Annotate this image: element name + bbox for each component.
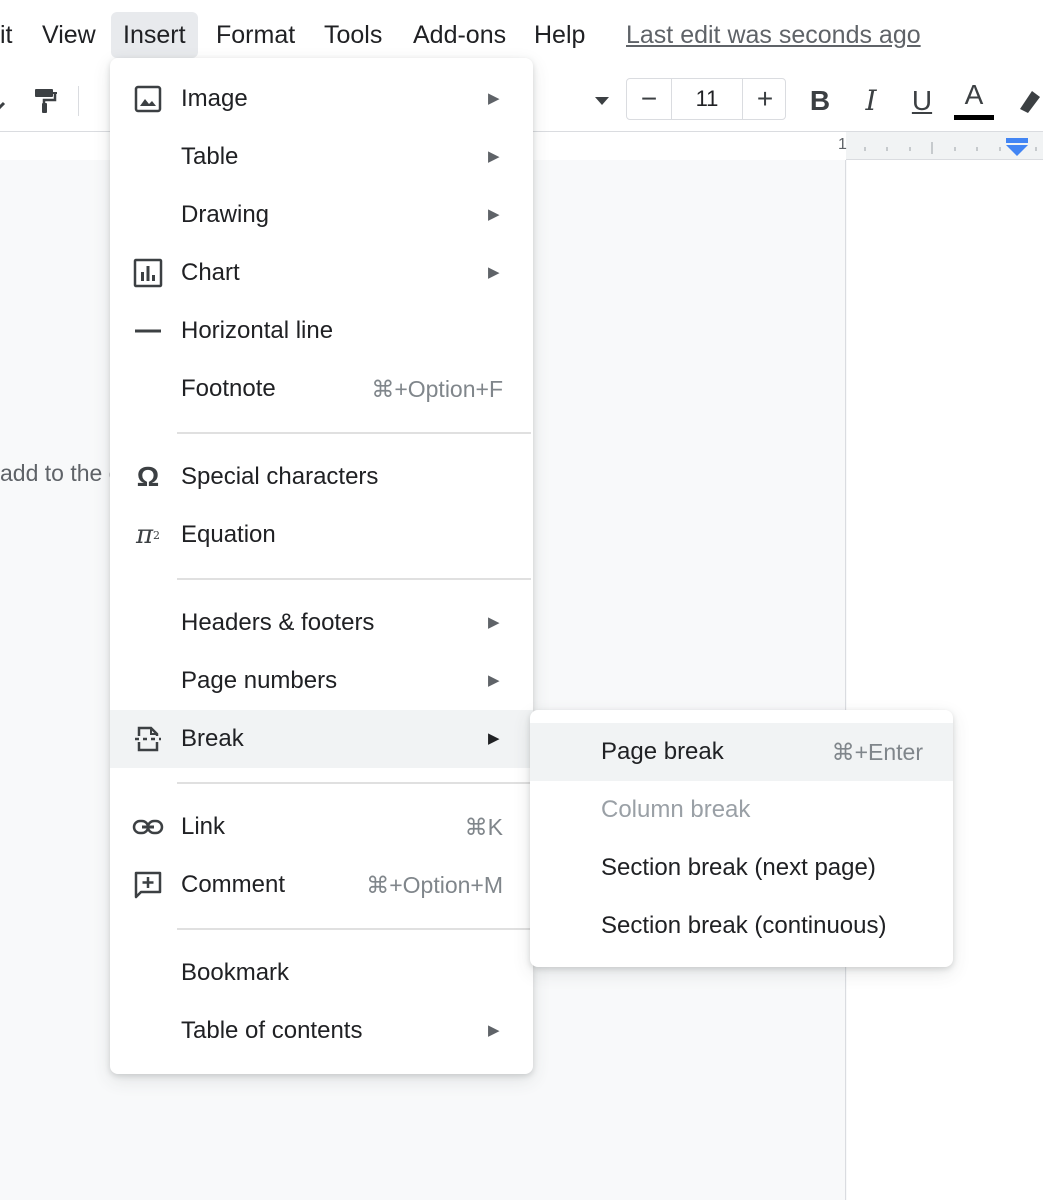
menu-item-shortcut: ⌘K (464, 814, 503, 840)
decrease-font-size-button[interactable]: − (627, 79, 671, 119)
submenu-arrow-icon: ▶ (488, 1022, 500, 1039)
menu-item-horizontal-line[interactable]: Horizontal line (110, 302, 533, 360)
menu-view[interactable]: View (30, 12, 108, 58)
break-icon (132, 723, 164, 755)
menu-item-label: Table of contents (181, 1017, 363, 1044)
submenu-item-section-break-next-page[interactable]: Section break (next page) (530, 839, 953, 897)
menu-item-bookmark[interactable]: Bookmark (110, 944, 533, 1002)
menu-item-label: Drawing (181, 201, 270, 228)
bold-button[interactable]: B (802, 81, 838, 121)
menu-item-special-characters[interactable]: Ω Special characters (110, 448, 533, 506)
menu-item-label: Chart (181, 259, 240, 286)
document-margin (847, 160, 1043, 1200)
menu-item-equation[interactable]: π2 Equation (110, 506, 533, 564)
menu-item-shortcut: ⌘+Option+F (371, 376, 503, 402)
submenu-arrow-icon: ▶ (488, 206, 500, 223)
menu-item-label: Image (181, 85, 248, 112)
menu-tools[interactable]: Tools (312, 12, 394, 58)
submenu-arrow-icon: ▶ (488, 264, 500, 281)
comment-icon (132, 869, 164, 901)
submenu-item-page-break[interactable]: Page break ⌘+Enter (530, 723, 953, 781)
menu-item-label: Horizontal line (181, 317, 334, 344)
menu-format[interactable]: Format (204, 12, 307, 58)
submenu-arrow-icon: ▶ (488, 730, 500, 747)
menu-divider (177, 782, 531, 784)
horizontal-line-icon (132, 315, 164, 347)
submenu-arrow-icon: ▶ (488, 672, 500, 689)
menu-item-footnote[interactable]: Footnote ⌘+Option+F (110, 360, 533, 418)
submenu-item-label: Section break (continuous) (601, 912, 887, 939)
menu-item-comment[interactable]: Comment ⌘+Option+M (110, 856, 533, 914)
submenu-arrow-icon: ▶ (488, 614, 500, 631)
menu-item-label: Equation (181, 521, 276, 548)
submenu-arrow-icon: ▶ (488, 148, 500, 165)
last-edit-link[interactable]: Last edit was seconds ago (626, 12, 921, 58)
toolbar-divider (78, 86, 79, 116)
increase-font-size-button[interactable]: + (743, 79, 787, 119)
pen-icon[interactable] (0, 83, 26, 119)
submenu-item-shortcut: ⌘+Enter (831, 739, 923, 765)
menu-item-drawing[interactable]: Drawing ▶ (110, 186, 533, 244)
submenu-item-column-break[interactable]: Column break (530, 781, 953, 839)
menu-item-link[interactable]: Link ⌘K (110, 798, 533, 856)
image-icon (132, 83, 164, 115)
menu-item-table-of-contents[interactable]: Table of contents ▶ (110, 1002, 533, 1060)
menu-divider (177, 432, 531, 434)
menu-item-label: Footnote (181, 375, 276, 402)
menu-item-label: Break (181, 725, 244, 752)
font-size-input[interactable]: 11 (671, 79, 743, 119)
indent-marker-icon[interactable] (1004, 136, 1030, 158)
menu-insert[interactable]: Insert (111, 12, 198, 58)
submenu-item-label: Column break (601, 796, 751, 823)
menu-item-shortcut: ⌘+Option+M (366, 872, 503, 898)
menu-item-label: Headers & footers (181, 609, 375, 636)
pi-icon: π2 (135, 520, 161, 550)
menu-item-label: Special characters (181, 463, 379, 490)
paint-format-icon[interactable] (28, 83, 64, 119)
chart-icon (132, 257, 164, 289)
menu-divider (177, 578, 531, 580)
link-icon (132, 811, 164, 843)
document-text[interactable]: add to the d (0, 460, 122, 487)
menu-item-label: Comment (181, 871, 286, 898)
ruler-marker-label: 1 (838, 136, 847, 153)
menu-divider (177, 928, 531, 930)
chevron-down-icon[interactable] (584, 83, 620, 119)
submenu-arrow-icon: ▶ (488, 90, 500, 107)
menu-item-label: Bookmark (181, 959, 290, 986)
font-size-control: − 11 + (626, 78, 786, 120)
text-color-swatch (954, 115, 994, 120)
highlighter-icon[interactable] (1012, 83, 1043, 119)
underline-button[interactable]: U (904, 81, 940, 121)
italic-button[interactable]: I (853, 81, 889, 121)
menu-item-label: Table (181, 143, 239, 170)
menu-item-label: Page numbers (181, 667, 338, 694)
submenu-item-label: Page break (601, 738, 724, 765)
menu-help[interactable]: Help (522, 12, 597, 58)
submenu-item-label: Section break (next page) (601, 854, 876, 881)
menu-item-headers-footers[interactable]: Headers & footers ▶ (110, 594, 533, 652)
menu-item-image[interactable]: Image ▶ (110, 70, 533, 128)
menu-item-label: Link (181, 813, 226, 840)
submenu-item-section-break-continuous[interactable]: Section break (continuous) (530, 897, 953, 955)
omega-icon: Ω (136, 461, 160, 492)
menu-add-ons[interactable]: Add-ons (401, 12, 518, 58)
insert-menu: Image ▶ Table ▶ Drawing ▶ Chart ▶ Horizo… (110, 58, 533, 1074)
menu-item-break[interactable]: Break ▶ (110, 710, 533, 768)
menu-edit[interactable]: it (0, 12, 25, 58)
menu-item-chart[interactable]: Chart ▶ (110, 244, 533, 302)
menu-item-page-numbers[interactable]: Page numbers ▶ (110, 652, 533, 710)
break-submenu: Page break ⌘+Enter Column break Section … (530, 710, 953, 967)
menu-item-table[interactable]: Table ▶ (110, 128, 533, 186)
text-color-button[interactable]: A (956, 75, 992, 115)
